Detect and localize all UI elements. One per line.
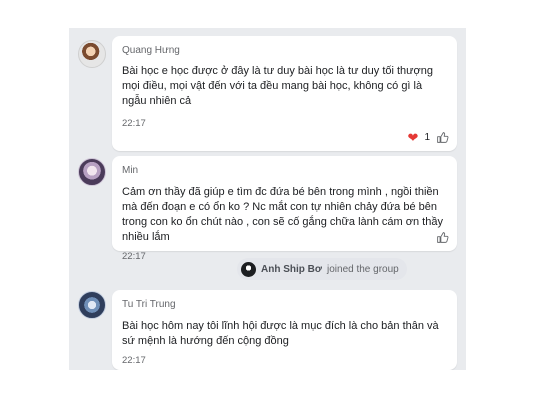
join-name[interactable]: Anh Ship Bơ: [261, 264, 322, 275]
avatar[interactable]: [78, 40, 106, 68]
message-bubble[interactable]: Min Cảm ơn thầy đã giúp e tìm đc đứa bé …: [112, 156, 457, 262]
message-time: 22:17: [122, 118, 146, 129]
chat-panel: Quang Hưng Bài học e học được ở đây là t…: [69, 28, 466, 370]
message-bubble[interactable]: Tu Tri Trung Bài học hôm nay tôi lĩnh hộ…: [112, 290, 457, 370]
sender-name[interactable]: Quang Hưng: [122, 45, 447, 56]
message-bubble[interactable]: Quang Hưng Bài học e học được ở đây là t…: [112, 36, 457, 151]
sender-name[interactable]: Tu Tri Trung: [122, 299, 447, 310]
avatar[interactable]: [78, 291, 106, 319]
thumbs-up-icon[interactable]: [436, 131, 449, 144]
message-text: Bài học hôm nay tôi lĩnh hội được là mục…: [122, 320, 439, 347]
reaction-count[interactable]: 1: [424, 132, 430, 143]
message-text: Bài học e học được ở đây là tư duy bài h…: [122, 65, 433, 107]
join-text: joined the group: [327, 263, 399, 275]
message-reactions: ❤ 1: [408, 131, 449, 144]
avatar[interactable]: [78, 158, 106, 186]
join-event-pill: Anh Ship Bơ joined the group: [237, 258, 407, 280]
sender-name[interactable]: Min: [122, 165, 447, 176]
thumbs-up-icon[interactable]: [436, 231, 449, 244]
heart-icon[interactable]: ❤: [408, 131, 419, 144]
join-avatar[interactable]: [241, 261, 256, 277]
message-time: 22:17: [122, 355, 146, 366]
message-reactions: [436, 231, 449, 244]
message-text: Cảm ơn thầy đã giúp e tìm đc đứa bé bên …: [122, 186, 443, 243]
